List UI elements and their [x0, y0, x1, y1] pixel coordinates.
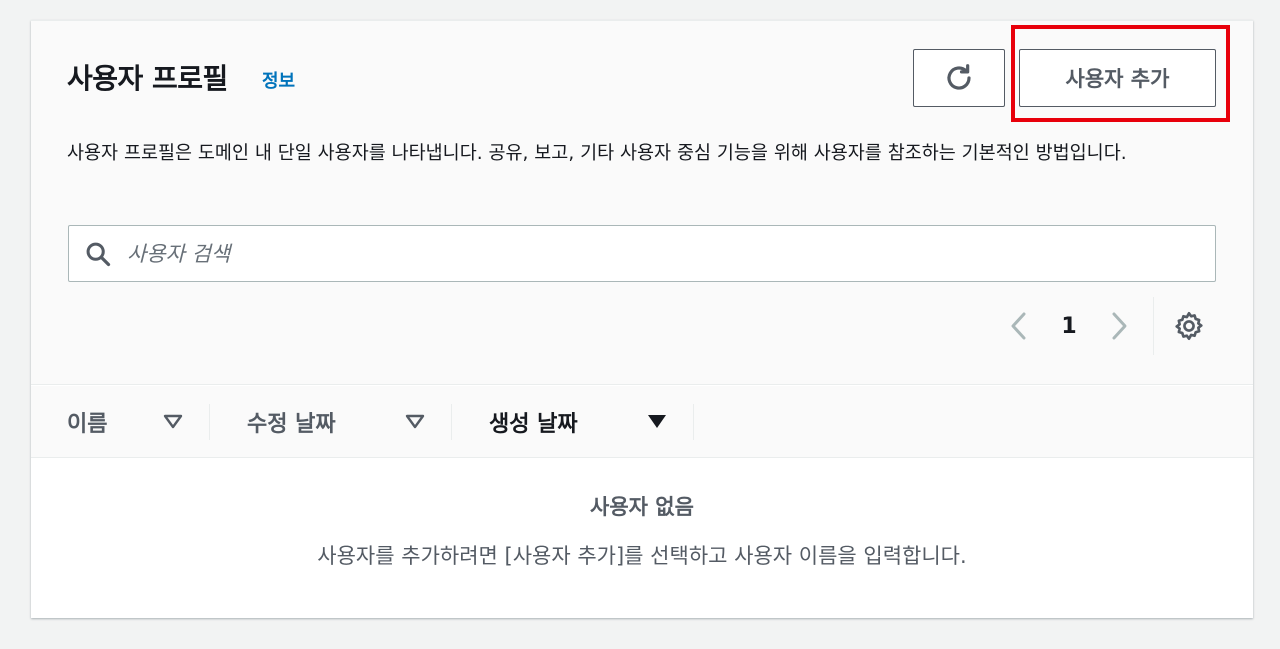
current-page-number[interactable]: 1	[1039, 314, 1099, 339]
panel-header: 사용자 프로필 정보 사용자 추가 사용자 프로필은 도메인 내 단일 사용자를…	[31, 21, 1253, 385]
column-header-label: 이름	[67, 411, 108, 437]
table-header-row: 이름 수정 날짜 생성 날짜	[31, 386, 1253, 458]
column-header-label: 생성 날짜	[489, 411, 578, 437]
page-description: 사용자 프로필은 도메인 내 단일 사용자를 나타냅니다. 공유, 보고, 기타…	[67, 143, 1127, 164]
chevron-right-icon	[1112, 312, 1127, 340]
add-user-button[interactable]: 사용자 추가	[1019, 49, 1216, 107]
info-link[interactable]: 정보	[262, 67, 295, 93]
sort-unsorted-icon	[405, 414, 425, 428]
search-icon-container	[69, 226, 127, 281]
search-icon	[86, 242, 111, 266]
column-separator	[693, 403, 694, 440]
refresh-icon	[947, 64, 971, 90]
next-page-button[interactable]	[1099, 306, 1139, 346]
sort-unsorted-icon	[163, 414, 183, 428]
column-header-name[interactable]: 이름	[31, 404, 209, 440]
column-header-created-date[interactable]: 생성 날짜	[452, 404, 693, 440]
empty-state-title: 사용자 없음	[590, 495, 694, 519]
preferences-button[interactable]	[1154, 297, 1224, 355]
search-field[interactable]	[68, 225, 1216, 282]
empty-state-message: 사용자를 추가하려면 [사용자 추가]를 선택하고 사용자 이름을 입력합니다.	[317, 544, 967, 568]
search-input[interactable]	[127, 226, 1215, 281]
refresh-button[interactable]	[913, 49, 1005, 107]
sort-descending-icon	[648, 414, 666, 428]
gear-icon	[1175, 312, 1203, 340]
page-title: 사용자 프로필	[67, 62, 228, 95]
pagination: 1	[999, 297, 1224, 355]
user-profiles-panel: 사용자 프로필 정보 사용자 추가 사용자 프로필은 도메인 내 단일 사용자를…	[31, 20, 1253, 618]
previous-page-button[interactable]	[999, 306, 1039, 346]
column-header-label: 수정 날짜	[247, 411, 336, 437]
chevron-left-icon	[1011, 312, 1026, 340]
column-header-modified-date[interactable]: 수정 날짜	[210, 404, 451, 440]
